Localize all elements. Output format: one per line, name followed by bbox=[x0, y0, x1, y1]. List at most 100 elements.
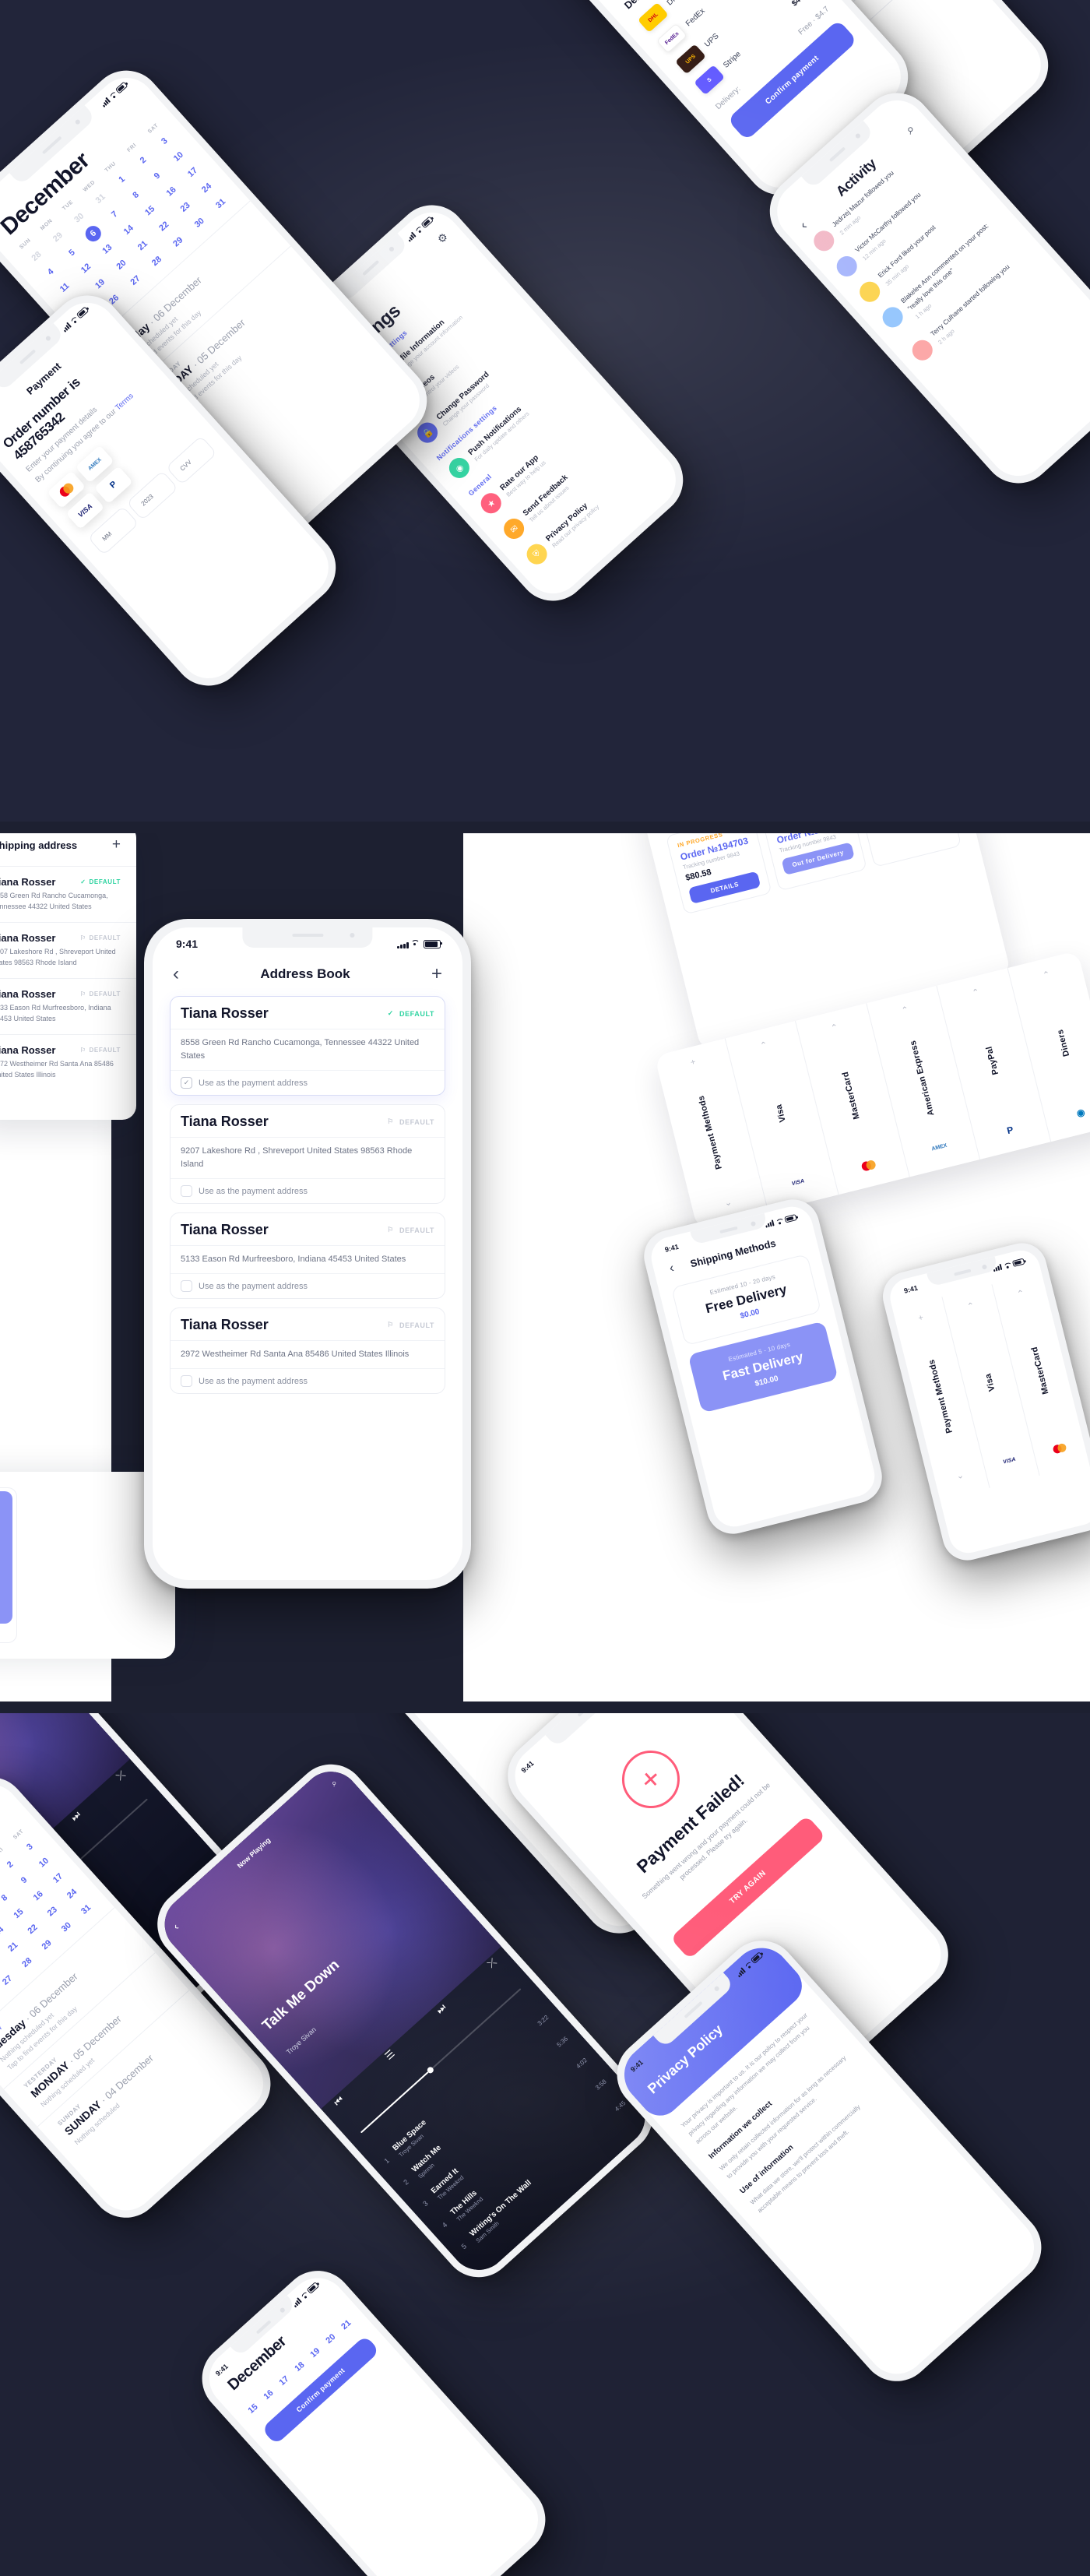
try-again-button[interactable]: TRY AGAIN bbox=[670, 1814, 826, 1960]
checkbox-icon[interactable] bbox=[181, 1375, 192, 1388]
address-text: 5133 Eason Rd Murfreesboro, Indiana 4545… bbox=[0, 1003, 111, 1022]
chevron-up-icon[interactable]: ⌃ bbox=[971, 987, 980, 998]
delivery-method-name: Stripe bbox=[721, 49, 743, 70]
visa-logo: VISA bbox=[791, 1178, 805, 1188]
payment-methods-title: Payment Methods bbox=[926, 1358, 955, 1435]
battery-icon bbox=[420, 216, 434, 229]
address-name: Tiana Rosser bbox=[181, 1317, 269, 1333]
status-bar: 9:41 bbox=[153, 927, 462, 954]
paypal-logo: P bbox=[1005, 1124, 1014, 1137]
mail-icon: ✉ bbox=[499, 514, 529, 544]
back-icon[interactable]: ‹ bbox=[668, 1260, 676, 1276]
payment-method-name: MasterCard bbox=[1029, 1345, 1050, 1395]
privacy-section-body: What data we store, we'll protect within… bbox=[748, 2103, 862, 2215]
delivery-method-name: DHL bbox=[665, 0, 682, 7]
ui-kit-poster: Filters Brand Adidas Category Clothings … bbox=[0, 0, 1090, 2576]
address-text: 9207 Lakeshore Rd , Shreveport United St… bbox=[0, 947, 116, 966]
use-as-payment-row[interactable]: Use as the payment address bbox=[171, 1273, 445, 1298]
wifi-icon bbox=[69, 316, 79, 326]
chevron-up-icon[interactable]: ⌃ bbox=[830, 1022, 839, 1033]
signal-icon bbox=[397, 939, 409, 948]
checkbox-icon[interactable] bbox=[181, 1185, 192, 1198]
bell-icon: ◉ bbox=[445, 453, 474, 483]
battery-icon bbox=[306, 2282, 320, 2295]
signal-icon bbox=[736, 1967, 747, 1978]
battery-icon bbox=[784, 1214, 797, 1223]
plus-icon[interactable]: + bbox=[431, 965, 442, 984]
address-text: 8558 Green Rd Rancho Cucamonga, Tennesse… bbox=[0, 892, 108, 910]
use-as-payment-row[interactable]: Use as the payment address bbox=[171, 1178, 445, 1203]
chevron-up-icon[interactable]: ⌃ bbox=[1016, 1288, 1025, 1300]
amex-logo: AMEX bbox=[930, 1143, 948, 1153]
chevron-up-icon[interactable]: ⌃ bbox=[900, 1005, 910, 1016]
status-badge: ✓ DEFAULT bbox=[387, 1009, 434, 1018]
diners-logo: ◉ bbox=[1075, 1106, 1086, 1119]
phone-address-book: 9:41 ‹ Address Book + Tiana Rosser ✓ DEF… bbox=[144, 919, 471, 1589]
use-as-payment-row[interactable]: Use as the payment address bbox=[171, 1368, 445, 1393]
track-number: 5 bbox=[459, 2242, 469, 2251]
order-card[interactable]: DELIVERED Order №194703 Tracking number … bbox=[855, 833, 962, 867]
shipping-address-row[interactable]: Tiana Rosser ⚐ DEFAULT 2972 Westheimer R… bbox=[0, 1033, 136, 1090]
signal-icon bbox=[291, 2297, 302, 2308]
shipping-address-row[interactable]: Tiana Rosser ⚐ DEFAULT 5133 Eason Rd Mur… bbox=[0, 977, 136, 1034]
shipping-address-row[interactable]: Tiana Rosser ⚐ DEFAULT 9207 Lakeshore Rd… bbox=[0, 921, 136, 978]
plus-circle-icon: + bbox=[610, 1738, 692, 1821]
use-as-payment-label: Use as the payment address bbox=[199, 1376, 308, 1386]
avatar bbox=[878, 303, 907, 332]
address-text: 2972 Westheimer Rd Santa Ana 85486 Unite… bbox=[171, 1340, 445, 1368]
wifi-icon bbox=[411, 939, 421, 948]
phone-calendar-small: 9:41 December 15 16 17 18 19 20 21 Confirm p… bbox=[187, 2256, 561, 2576]
address-name: Tiana Rosser bbox=[0, 987, 56, 1000]
shipping-address-row[interactable]: Tiana Rosser ✓ DEFAULT 8558 Green Rd Ran… bbox=[0, 866, 136, 922]
order-card[interactable]: SHIPPING IN PROGRESS Order №194703 Track… bbox=[760, 833, 867, 892]
back-icon[interactable]: ‹ bbox=[796, 218, 810, 233]
status-time: 9:41 bbox=[213, 2362, 230, 2378]
chevron-up-icon[interactable]: ⌃ bbox=[759, 1040, 768, 1051]
status-time: 9:41 bbox=[663, 1242, 680, 1254]
signal-icon bbox=[100, 97, 111, 107]
shipping-address-title: Shipping address bbox=[0, 839, 78, 851]
chevron-up-icon[interactable]: ⌃ bbox=[966, 1300, 976, 1312]
plus-icon[interactable]: + bbox=[112, 836, 121, 853]
battery-icon bbox=[114, 81, 128, 94]
address-text: 2972 Westheimer Rd Santa Ana 85486 Unite… bbox=[0, 1059, 114, 1079]
status-time: 9:41 bbox=[176, 938, 199, 950]
address-name: Tiana Rosser bbox=[0, 1043, 56, 1056]
status-badge: ⚐ DEFAULT bbox=[387, 1226, 434, 1234]
track-duration: 4:45 bbox=[613, 2099, 628, 2113]
avatar bbox=[832, 252, 862, 281]
chevron-down-icon[interactable]: ⌄ bbox=[723, 1197, 733, 1209]
use-as-payment-row[interactable]: ✓ Use as the payment address bbox=[171, 1070, 445, 1095]
track-number: 2 bbox=[402, 2177, 410, 2187]
address-card[interactable]: Tiana Rosser ⚐ DEFAULT 2972 Westheimer R… bbox=[170, 1307, 445, 1395]
phone-shipping-methods: 9:41 ‹ Shipping Methods Estimated 10 - 2… bbox=[638, 1194, 888, 1540]
avatar bbox=[855, 277, 884, 307]
checkbox-icon[interactable] bbox=[181, 1280, 192, 1293]
signal-icon bbox=[765, 1219, 775, 1228]
avatar bbox=[809, 226, 839, 255]
wifi-icon bbox=[414, 226, 424, 235]
track-number: 3 bbox=[421, 2199, 430, 2208]
plus-icon[interactable]: + bbox=[690, 1057, 697, 1068]
address-card[interactable]: Tiana Rosser ✓ DEFAULT 8558 Green Rd Ran… bbox=[170, 996, 445, 1096]
payment-method-name: Visa bbox=[774, 1103, 788, 1124]
address-card[interactable]: Tiana Rosser ⚐ DEFAULT 9207 Lakeshore Rd… bbox=[170, 1104, 445, 1205]
address-card[interactable]: Tiana Rosser ⚐ DEFAULT 5133 Eason Rd Mur… bbox=[170, 1212, 445, 1300]
chevron-up-icon[interactable]: ⌃ bbox=[1042, 969, 1051, 980]
star-icon: ★ bbox=[476, 488, 506, 518]
payment-method-name: American Express bbox=[908, 1039, 937, 1117]
checkbox-checked-icon[interactable]: ✓ bbox=[181, 1077, 192, 1089]
status-time: 9:41 bbox=[519, 1759, 536, 1775]
showcase-band-top: Filters Brand Adidas Category Clothings … bbox=[0, 0, 1090, 822]
gear-icon[interactable]: ⚙ bbox=[434, 230, 451, 246]
status-badge: ⚐ DEFAULT bbox=[387, 1321, 434, 1329]
battery-icon bbox=[424, 939, 442, 948]
phone-payment-methods: 9:41 + Payment Methods ⌄ ⌃ Visa VISA ⌃ M… bbox=[877, 1237, 1090, 1566]
chevron-down-icon[interactable]: ⌄ bbox=[955, 1469, 965, 1481]
order-card[interactable]: IN PROGRESS Order №194703 Tracking numbe… bbox=[665, 833, 772, 915]
back-icon[interactable]: ‹ bbox=[173, 965, 179, 984]
address-text: 9207 Lakeshore Rd , Shreveport United St… bbox=[171, 1137, 445, 1178]
status-time: 9:41 bbox=[628, 2058, 645, 2074]
plus-icon[interactable]: + bbox=[917, 1313, 924, 1323]
use-as-payment-label: Use as the payment address bbox=[199, 1281, 308, 1291]
